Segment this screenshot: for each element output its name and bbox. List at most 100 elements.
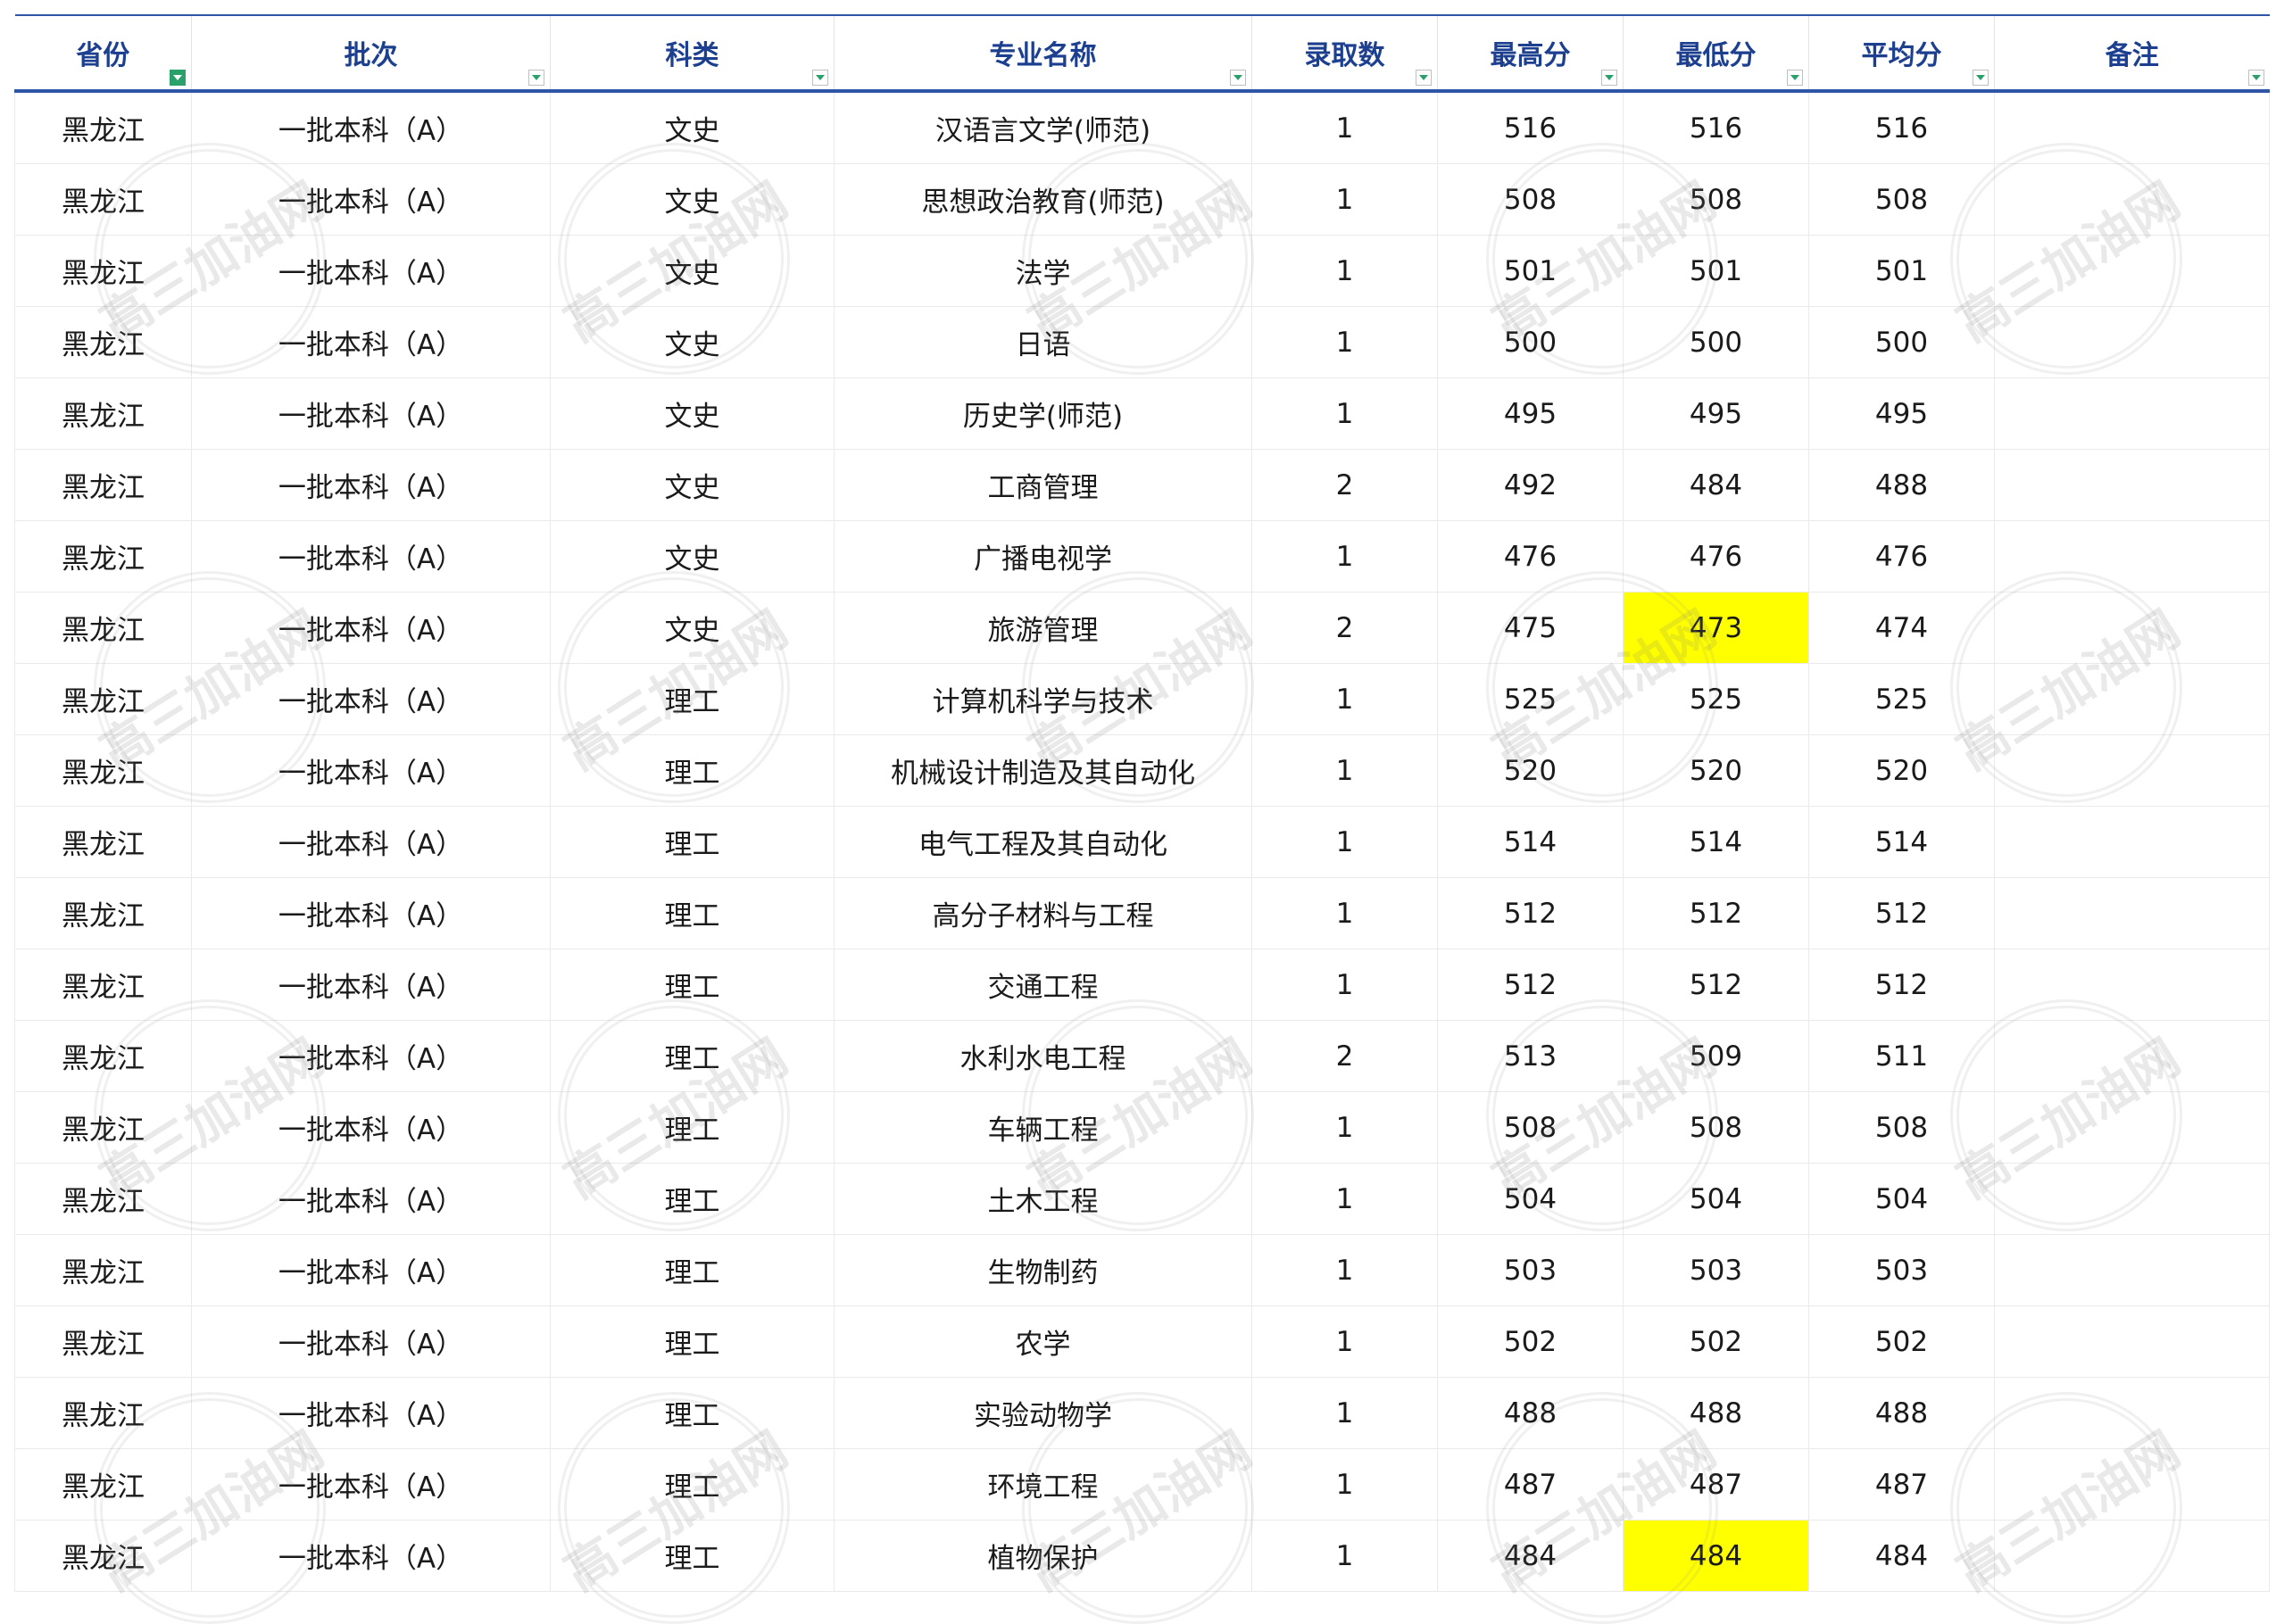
cell-category[interactable]: 文史 bbox=[550, 90, 835, 164]
cell-batch[interactable]: 一批本科（A） bbox=[191, 1377, 551, 1449]
cell-min[interactable]: 500 bbox=[1623, 306, 1809, 378]
cell-note[interactable] bbox=[1994, 306, 2270, 378]
cell-batch[interactable]: 一批本科（A） bbox=[191, 1448, 551, 1520]
cell-count[interactable]: 1 bbox=[1251, 235, 1438, 307]
cell-avg[interactable]: 474 bbox=[1808, 592, 1995, 664]
cell-avg[interactable]: 512 bbox=[1808, 877, 1995, 949]
cell-note[interactable] bbox=[1994, 949, 2270, 1021]
cell-major[interactable]: 农学 bbox=[834, 1305, 1252, 1378]
cell-avg[interactable]: 501 bbox=[1808, 235, 1995, 307]
cell-max[interactable]: 500 bbox=[1437, 306, 1624, 378]
cell-batch[interactable]: 一批本科（A） bbox=[191, 877, 551, 949]
cell-category[interactable]: 理工 bbox=[550, 1234, 835, 1306]
cell-province[interactable]: 黑龙江 bbox=[14, 1305, 192, 1378]
cell-province[interactable]: 黑龙江 bbox=[14, 163, 192, 236]
cell-avg[interactable]: 500 bbox=[1808, 306, 1995, 378]
cell-note[interactable] bbox=[1994, 1305, 2270, 1378]
filter-dropdown-icon[interactable] bbox=[2247, 70, 2264, 86]
cell-max[interactable]: 520 bbox=[1437, 734, 1624, 807]
cell-province[interactable]: 黑龙江 bbox=[14, 734, 192, 807]
cell-avg[interactable]: 508 bbox=[1808, 163, 1995, 236]
cell-note[interactable] bbox=[1994, 806, 2270, 878]
cell-max[interactable]: 475 bbox=[1437, 592, 1624, 664]
cell-major[interactable]: 旅游管理 bbox=[834, 592, 1252, 664]
cell-major[interactable]: 汉语言文学(师范) bbox=[834, 90, 1252, 164]
filter-dropdown-icon[interactable] bbox=[528, 70, 544, 86]
cell-batch[interactable]: 一批本科（A） bbox=[191, 1020, 551, 1092]
cell-note[interactable] bbox=[1994, 90, 2270, 164]
cell-batch[interactable]: 一批本科（A） bbox=[191, 449, 551, 521]
cell-batch[interactable]: 一批本科（A） bbox=[191, 1234, 551, 1306]
cell-avg[interactable]: 508 bbox=[1808, 1091, 1995, 1164]
cell-min[interactable]: 514 bbox=[1623, 806, 1809, 878]
cell-category[interactable]: 文史 bbox=[550, 520, 835, 592]
cell-min[interactable]: 501 bbox=[1623, 235, 1809, 307]
cell-province[interactable]: 黑龙江 bbox=[14, 1020, 192, 1092]
cell-note[interactable] bbox=[1994, 877, 2270, 949]
cell-min[interactable]: 473 bbox=[1623, 592, 1809, 664]
cell-min[interactable]: 484 bbox=[1623, 449, 1809, 521]
cell-avg[interactable]: 487 bbox=[1808, 1448, 1995, 1520]
cell-count[interactable]: 1 bbox=[1251, 1305, 1438, 1378]
cell-note[interactable] bbox=[1994, 377, 2270, 450]
cell-max[interactable]: 513 bbox=[1437, 1020, 1624, 1092]
cell-major[interactable]: 环境工程 bbox=[834, 1448, 1252, 1520]
cell-batch[interactable]: 一批本科（A） bbox=[191, 949, 551, 1021]
cell-avg[interactable]: 520 bbox=[1808, 734, 1995, 807]
cell-count[interactable]: 1 bbox=[1251, 1163, 1438, 1235]
cell-max[interactable]: 492 bbox=[1437, 449, 1624, 521]
cell-count[interactable]: 1 bbox=[1251, 306, 1438, 378]
cell-note[interactable] bbox=[1994, 1448, 2270, 1520]
cell-category[interactable]: 理工 bbox=[550, 1377, 835, 1449]
cell-note[interactable] bbox=[1994, 163, 2270, 236]
cell-category[interactable]: 理工 bbox=[550, 1305, 835, 1378]
cell-major[interactable]: 机械设计制造及其自动化 bbox=[834, 734, 1252, 807]
cell-max[interactable]: 495 bbox=[1437, 377, 1624, 450]
cell-category[interactable]: 理工 bbox=[550, 877, 835, 949]
cell-note[interactable] bbox=[1994, 1377, 2270, 1449]
cell-max[interactable]: 508 bbox=[1437, 163, 1624, 236]
cell-province[interactable]: 黑龙江 bbox=[14, 1377, 192, 1449]
cell-note[interactable] bbox=[1994, 1020, 2270, 1092]
cell-avg[interactable]: 514 bbox=[1808, 806, 1995, 878]
filter-active-icon[interactable] bbox=[170, 70, 186, 86]
cell-min[interactable]: 516 bbox=[1623, 90, 1809, 164]
cell-major[interactable]: 实验动物学 bbox=[834, 1377, 1252, 1449]
cell-avg[interactable]: 512 bbox=[1808, 949, 1995, 1021]
cell-avg[interactable]: 516 bbox=[1808, 90, 1995, 164]
cell-major[interactable]: 历史学(师范) bbox=[834, 377, 1252, 450]
cell-min[interactable]: 487 bbox=[1623, 1448, 1809, 1520]
cell-major[interactable]: 计算机科学与技术 bbox=[834, 663, 1252, 735]
cell-batch[interactable]: 一批本科（A） bbox=[191, 1163, 551, 1235]
cell-major[interactable]: 高分子材料与工程 bbox=[834, 877, 1252, 949]
cell-batch[interactable]: 一批本科（A） bbox=[191, 520, 551, 592]
cell-count[interactable]: 1 bbox=[1251, 1520, 1438, 1592]
cell-min[interactable]: 484 bbox=[1623, 1520, 1809, 1592]
filter-dropdown-icon[interactable] bbox=[812, 70, 828, 86]
cell-max[interactable]: 516 bbox=[1437, 90, 1624, 164]
cell-province[interactable]: 黑龙江 bbox=[14, 449, 192, 521]
cell-category[interactable]: 理工 bbox=[550, 1020, 835, 1092]
cell-major[interactable]: 交通工程 bbox=[834, 949, 1252, 1021]
cell-province[interactable]: 黑龙江 bbox=[14, 592, 192, 664]
cell-major[interactable]: 工商管理 bbox=[834, 449, 1252, 521]
cell-province[interactable]: 黑龙江 bbox=[14, 1448, 192, 1520]
filter-dropdown-icon[interactable] bbox=[1601, 70, 1617, 86]
cell-max[interactable]: 514 bbox=[1437, 806, 1624, 878]
cell-avg[interactable]: 504 bbox=[1808, 1163, 1995, 1235]
cell-avg[interactable]: 503 bbox=[1808, 1234, 1995, 1306]
cell-max[interactable]: 504 bbox=[1437, 1163, 1624, 1235]
cell-batch[interactable]: 一批本科（A） bbox=[191, 734, 551, 807]
cell-max[interactable]: 488 bbox=[1437, 1377, 1624, 1449]
cell-note[interactable] bbox=[1994, 734, 2270, 807]
cell-major[interactable]: 土木工程 bbox=[834, 1163, 1252, 1235]
cell-min[interactable]: 509 bbox=[1623, 1020, 1809, 1092]
cell-province[interactable]: 黑龙江 bbox=[14, 1091, 192, 1164]
cell-note[interactable] bbox=[1994, 235, 2270, 307]
cell-major[interactable]: 车辆工程 bbox=[834, 1091, 1252, 1164]
cell-province[interactable]: 黑龙江 bbox=[14, 877, 192, 949]
cell-category[interactable]: 理工 bbox=[550, 663, 835, 735]
cell-avg[interactable]: 488 bbox=[1808, 1377, 1995, 1449]
cell-category[interactable]: 理工 bbox=[550, 1163, 835, 1235]
cell-note[interactable] bbox=[1994, 1163, 2270, 1235]
